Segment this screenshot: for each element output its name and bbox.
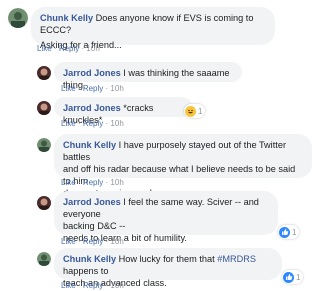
comment-bubble: Chunk Kelly Does anyone know if EVS is c… [31,7,275,50]
reply-link[interactable]: Reply [83,178,103,187]
separator: · [105,237,109,246]
timestamp[interactable]: 10h [110,84,123,93]
comment-bubble: Chunk Kelly How lucky for them that #MRD… [54,248,282,288]
jarrod-jones-avatar-icon [37,66,51,80]
avatar[interactable] [37,66,51,80]
separator: · [77,84,81,93]
comment-meta: Like · Reply · 10h [37,44,100,53]
comment-text: happens to [63,266,109,276]
comment-bubble: Chunk Kelly I have purposely stayed out … [54,134,312,198]
reply-link[interactable]: Reply [83,119,103,128]
timestamp[interactable]: 10h [110,119,123,128]
like-link[interactable]: Like [37,44,52,53]
separator: · [105,119,109,128]
separator: · [77,237,81,246]
comment-meta: Like · Reply · 10h [61,84,124,93]
jarrod-jones-avatar-icon [37,196,51,210]
comment-author[interactable]: Chunk Kelly [40,13,93,23]
separator: · [105,178,109,187]
like-link[interactable]: Like [61,281,76,290]
jarrod-jones-avatar-icon [37,101,51,115]
reaction-count: 1 [292,227,297,237]
reaction-summary[interactable]: 1 [278,225,300,239]
reply-link[interactable]: Reply [83,237,103,246]
timestamp[interactable]: 10h [110,281,123,290]
comment-author[interactable]: Jarrod Jones [63,197,121,207]
comment-author[interactable]: Chunk Kelly [63,254,116,264]
avatar[interactable] [37,138,51,152]
avatar[interactable] [37,252,51,266]
comment-bubble: Jarrod Jones I feel the same way. Sciver… [54,191,278,243]
separator: · [105,84,109,93]
separator: · [53,44,57,53]
haha-reaction-icon [185,105,196,117]
avatar[interactable] [8,8,28,28]
avatar[interactable] [37,196,51,210]
comment-text: How lucky for them that [118,254,215,264]
comment-meta: Like · Reply · 10h [61,281,124,290]
reaction-summary[interactable]: 1 [184,104,206,118]
comment-meta: Like · Reply · 10h [61,237,124,246]
timestamp[interactable]: 10h [110,237,123,246]
reply-link[interactable]: Reply [59,44,79,53]
hashtag-link[interactable]: #MRDRS [217,254,256,264]
separator: · [81,44,85,53]
separator: · [77,119,81,128]
like-reaction-icon [283,271,294,283]
like-link[interactable]: Like [61,178,76,187]
comment-meta: Like · Reply · 10h [61,178,124,187]
avatar[interactable] [37,101,51,115]
chunk-kelly-avatar-icon [8,8,28,28]
chunk-kelly-avatar-icon [37,138,51,152]
like-link[interactable]: Like [61,119,76,128]
timestamp[interactable]: 10h [110,178,123,187]
reaction-summary[interactable]: 1 [282,270,304,284]
timestamp[interactable]: 10h [86,44,99,53]
comment-bubble: Jarrod Jones I was thinking the saaame t… [54,62,242,90]
separator: · [77,281,81,290]
comment-author[interactable]: Chunk Kelly [63,140,116,150]
reply-link[interactable]: Reply [83,84,103,93]
chunk-kelly-avatar-icon [37,252,51,266]
reaction-count: 1 [296,272,301,282]
comment-meta: Like · Reply · 10h [61,119,124,128]
like-link[interactable]: Like [61,84,76,93]
comment-author[interactable]: Jarrod Jones [63,68,121,78]
comment-text-line: backing D&C -- [63,221,126,231]
comment-author[interactable]: Jarrod Jones [63,103,121,113]
reaction-count: 1 [198,106,203,116]
like-link[interactable]: Like [61,237,76,246]
like-reaction-icon [279,226,290,238]
separator: · [77,178,81,187]
comment-bubble: Jarrod Jones *cracks knuckles* [54,97,192,125]
reply-link[interactable]: Reply [83,281,103,290]
separator: · [105,281,109,290]
